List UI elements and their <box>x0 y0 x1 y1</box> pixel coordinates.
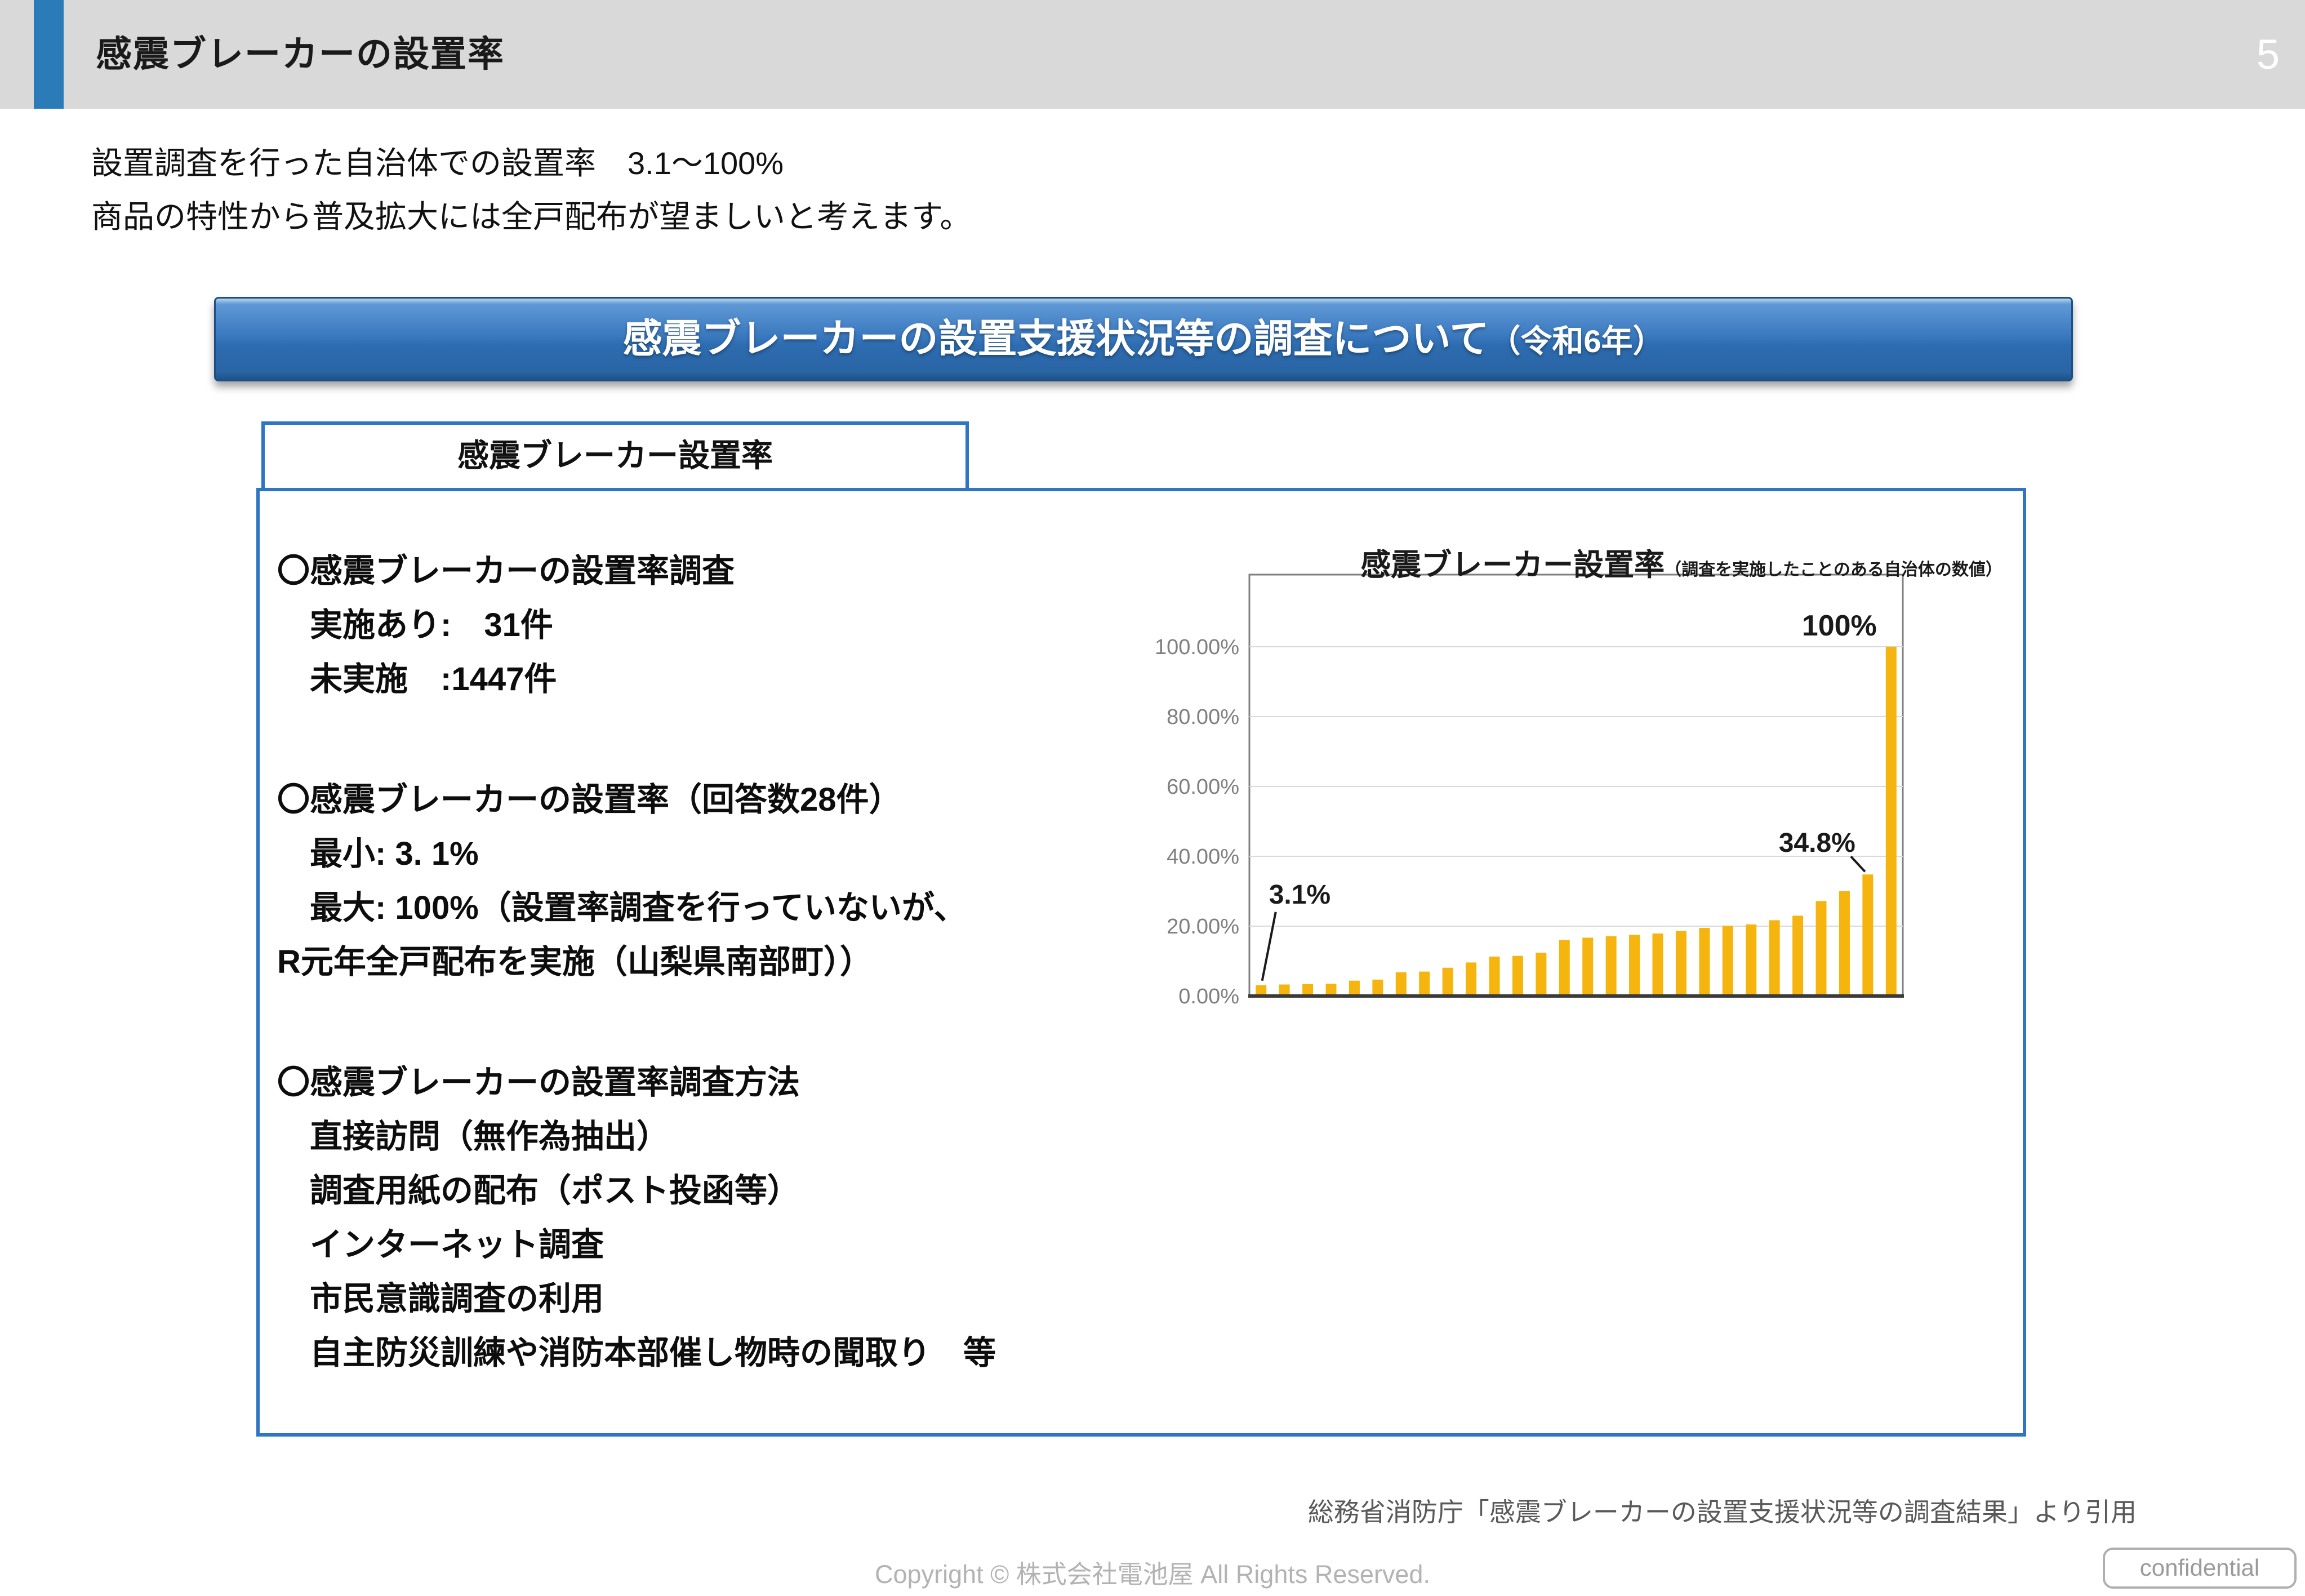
bar <box>1326 984 1337 996</box>
bar <box>1699 928 1710 996</box>
confidential-badge: confidential <box>2103 1548 2297 1589</box>
bar <box>1862 874 1873 996</box>
bar <box>1536 953 1546 996</box>
text-line: 実施あり: 31件 <box>277 598 1269 652</box>
chart-title: 感震ブレーカー設置率（調査を実施したことのある自治体の数値） <box>1329 540 2033 584</box>
bar <box>1792 915 1803 996</box>
bar <box>1769 920 1780 996</box>
bar-annotation: 100% <box>1802 610 1877 642</box>
bar <box>1629 935 1640 997</box>
bar <box>1349 981 1360 996</box>
chart-title-note: （調査を実施したことのある自治体の数値） <box>1665 561 2003 579</box>
text-line: 最大: 100%（設置率調査を行っていないが、 <box>277 881 1269 935</box>
bar <box>1279 985 1290 996</box>
intro-line-2: 商品の特性から普及拡大には全戸配布が望ましいと考えます。 <box>91 190 971 243</box>
text-line: 未実施 :1447件 <box>277 652 1269 706</box>
text-line: 調査用紙の配布（ポスト投函等） <box>277 1164 1269 1218</box>
banner-title: 感震ブレーカーの設置支援状況等の調査について <box>622 317 1489 361</box>
bar-annotation: 34.8% <box>1779 828 1855 858</box>
bar <box>1396 972 1407 996</box>
bar <box>1489 957 1500 996</box>
bar <box>1746 924 1756 996</box>
panel-tab-label: 感震ブレーカー設置率 <box>457 438 773 473</box>
chart-title-main: 感震ブレーカー設置率 <box>1360 548 1665 582</box>
text-line: 〇感震ブレーカーの設置率（回答数28件） <box>277 773 1269 827</box>
bar <box>1302 984 1313 996</box>
text-line: 最小: 3. 1% <box>277 827 1269 881</box>
panel-text-blocks: 〇感震ブレーカーの設置率調査 実施あり: 31件 未実施 :1447件〇感震ブレ… <box>277 544 1269 1447</box>
text-line: インターネット調査 <box>277 1218 1269 1272</box>
intro-text: 設置調査を行った自治体での設置率 3.1～100% 商品の特性から普及拡大には全… <box>91 136 971 243</box>
bar <box>1723 926 1733 996</box>
text-block: 〇感震ブレーカーの設置率（回答数28件） 最小: 3. 1% 最大: 100%（… <box>277 773 1269 989</box>
bar <box>1466 962 1476 996</box>
copyright-text: Copyright © 株式会社電池屋 All Rights Reserved. <box>0 1554 2305 1590</box>
source-citation: 総務省消防庁「感震ブレーカーの設置支援状況等の調査結果」より引用 <box>1308 1492 2137 1529</box>
bar <box>1372 980 1383 996</box>
bar <box>1886 647 1897 996</box>
text-line: 直接訪問（無作為抽出） <box>277 1110 1269 1164</box>
bar <box>1512 956 1523 996</box>
survey-banner: 感震ブレーカーの設置支援状況等の調査について（令和6年） <box>214 297 2073 381</box>
text-line: R元年全戸配布を実施（山梨県南部町）） <box>277 935 1269 989</box>
text-line: 〇感震ブレーカーの設置率調査 <box>277 544 1269 598</box>
intro-line-1: 設置調査を行った自治体での設置率 3.1～100% <box>91 136 971 190</box>
text-line: 自主防災訓練や消防本部催し物時の聞取り 等 <box>277 1326 1269 1380</box>
header-accent-bar <box>34 0 64 109</box>
bar-annotation: 3.1% <box>1269 880 1331 910</box>
page-title: 感震ブレーカーの設置率 <box>96 0 505 109</box>
installation-rate-bar-chart: 0.00%20.00%40.00%60.00%80.00%100.00%3.1%… <box>1155 538 1949 1034</box>
panel-tab: 感震ブレーカー設置率 <box>261 421 969 491</box>
bar <box>1839 891 1850 996</box>
bar <box>1816 901 1827 996</box>
bar <box>1443 968 1453 996</box>
bar <box>1653 933 1663 996</box>
text-line: 〇感震ブレーカーの設置率調査方法 <box>277 1056 1269 1110</box>
bar <box>1606 936 1617 996</box>
text-block: 〇感震ブレーカーの設置率調査方法 直接訪問（無作為抽出） 調査用紙の配布（ポスト… <box>277 1056 1269 1380</box>
text-block: 〇感震ブレーカーの設置率調査 実施あり: 31件 未実施 :1447件 <box>277 544 1269 706</box>
text-line: 市民意識調査の利用 <box>277 1272 1269 1326</box>
bar <box>1559 940 1570 996</box>
bar <box>1676 931 1687 996</box>
bar <box>1582 937 1593 996</box>
page-number: 5 <box>2257 0 2280 109</box>
banner-title-suffix: （令和6年） <box>1489 323 1664 359</box>
bar <box>1419 972 1430 996</box>
